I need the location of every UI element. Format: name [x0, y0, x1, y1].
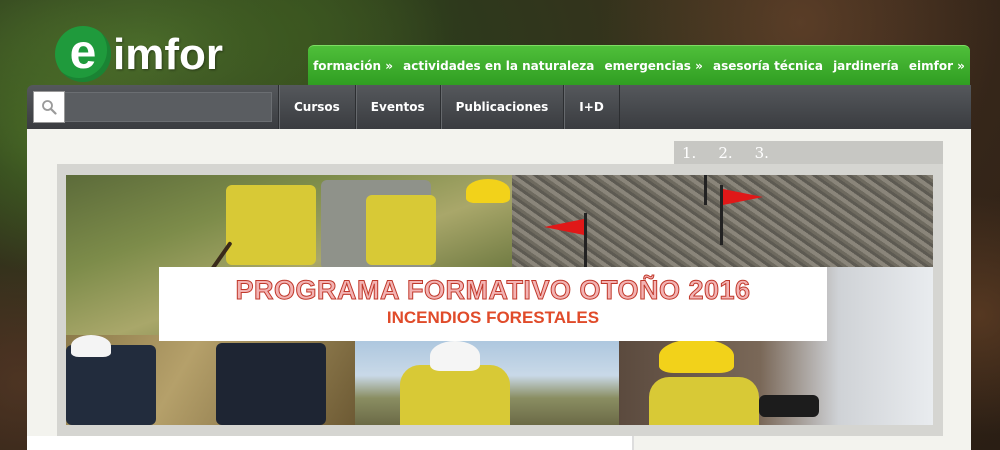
banner-subtitle: INCENDIOS FORESTALES: [386, 308, 600, 327]
logo-e-mark: e: [55, 26, 111, 82]
slider-banner-image[interactable]: PROGRAMA FORMATIVO OTOÑO 2016 INCENDIOS …: [66, 175, 933, 425]
slider-pager: 1. 2. 3.: [674, 141, 943, 164]
nav-item-asesoria[interactable]: asesoría técnica: [713, 59, 823, 73]
nav-item-actividades[interactable]: actividades en la naturaleza: [403, 59, 594, 73]
secondary-nav-bar: Cursos Eventos Publicaciones I+D: [27, 85, 971, 129]
nav-item-eimfor[interactable]: eimfor »: [909, 59, 965, 73]
subnav-item-eventos[interactable]: Eventos: [354, 85, 440, 129]
subnav-item-publicaciones[interactable]: Publicaciones: [439, 85, 564, 129]
nav-item-formacion[interactable]: formación »: [313, 59, 393, 73]
column-divider: [632, 436, 634, 450]
eimfor-logo[interactable]: e imfor: [55, 12, 223, 82]
search-button[interactable]: [33, 91, 65, 123]
content-left-column: [27, 436, 632, 450]
banner-title: PROGRAMA FORMATIVO OTOÑO 2016: [235, 275, 751, 306]
subnav-item-id[interactable]: I+D: [563, 85, 620, 129]
slider-page-1[interactable]: 1.: [682, 144, 696, 162]
subnav-item-cursos[interactable]: Cursos: [278, 85, 355, 129]
banner-title-box: PROGRAMA FORMATIVO OTOÑO 2016 INCENDIOS …: [159, 267, 827, 341]
nav-item-jardineria[interactable]: jardinería: [833, 59, 899, 73]
nav-item-emergencias[interactable]: emergencias »: [605, 59, 703, 73]
slider-page-2[interactable]: 2.: [718, 144, 732, 162]
search-icon: [42, 100, 57, 115]
photo-firefighters-hose: [66, 335, 355, 425]
photo-firefighter-radio: [355, 335, 619, 425]
photo-red-flags-ground: [512, 175, 933, 267]
logo-wordmark: imfor: [113, 30, 223, 79]
search-input[interactable]: [65, 92, 272, 122]
slider-page-3[interactable]: 3.: [755, 144, 769, 162]
main-nav: formación » actividades en la naturaleza…: [308, 45, 970, 86]
search-box: [27, 85, 278, 129]
